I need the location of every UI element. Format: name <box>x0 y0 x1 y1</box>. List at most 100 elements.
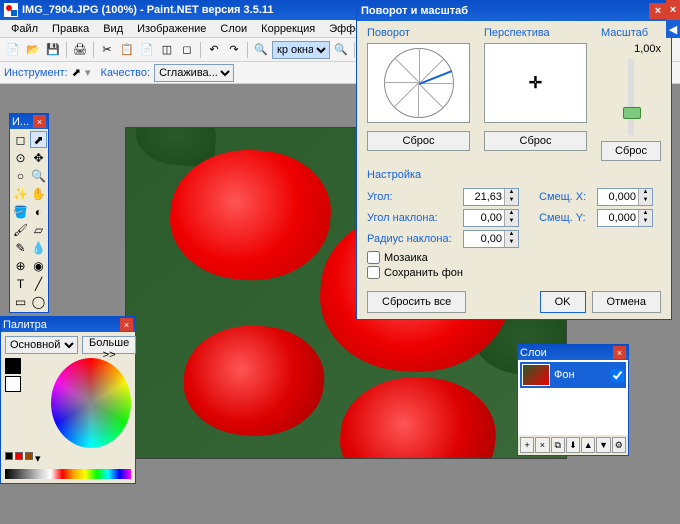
close-icon[interactable]: × <box>33 115 46 128</box>
dialog-titlebar[interactable]: Поворот и масштаб × <box>357 1 671 21</box>
color-mode-combo[interactable]: Основной <box>5 336 78 354</box>
rect-tool[interactable]: ▭ <box>12 293 29 310</box>
print-button[interactable]: 🖨 <box>71 41 89 59</box>
delete-layer-button[interactable]: × <box>535 437 549 453</box>
persp-section-label: Перспектива <box>484 27 587 39</box>
ok-button[interactable]: OK <box>540 291 586 313</box>
window-close-icon[interactable]: × <box>666 0 680 20</box>
offx-spinner[interactable]: ▲▼ <box>597 188 653 206</box>
pan-tool[interactable]: ✋ <box>30 185 47 202</box>
recent-color[interactable] <box>25 452 33 460</box>
scale-section-label: Масштаб <box>601 27 661 39</box>
zoom-out-button[interactable]: 🔍 <box>252 41 270 59</box>
move-selection-tool[interactable]: ✥ <box>30 149 47 166</box>
menu-layers[interactable]: Слои <box>213 21 254 37</box>
zoom-in-button[interactable]: 🔍 <box>332 41 350 59</box>
dup-layer-button[interactable]: ⧉ <box>551 437 565 453</box>
magic-wand-tool[interactable]: ✨ <box>12 185 29 202</box>
separator <box>66 42 67 58</box>
quality-combo[interactable]: Сглажива... <box>154 64 234 82</box>
cancel-button[interactable]: Отмена <box>592 291 661 313</box>
ellipse-select-tool[interactable]: ○ <box>12 167 29 184</box>
redo-button[interactable]: ↷ <box>225 41 243 59</box>
separator <box>93 42 94 58</box>
picker-tool[interactable]: 💧 <box>30 239 47 256</box>
layers-palette[interactable]: Слои × Фон + × ⧉ ⬇ ▲ ▼ ⚙ <box>517 344 629 456</box>
close-icon[interactable]: × <box>120 318 133 331</box>
palette-strip[interactable] <box>5 469 131 479</box>
undo-button[interactable]: ↶ <box>205 41 223 59</box>
collapse-arrow-icon[interactable]: ◀ <box>666 20 680 38</box>
close-icon[interactable]: × <box>613 346 626 359</box>
recolor-tool[interactable]: ◉ <box>30 257 47 274</box>
color-wheel[interactable] <box>51 358 131 448</box>
copy-button[interactable]: 📋 <box>118 41 136 59</box>
zoom-tool[interactable]: 🔍 <box>30 167 47 184</box>
tilt-radius-label: Радиус наклона: <box>367 233 457 245</box>
recent-color[interactable] <box>15 452 23 460</box>
text-tool[interactable]: T <box>12 275 29 292</box>
reset-persp-button[interactable]: Сброс <box>484 131 587 151</box>
paste-button[interactable]: 📄 <box>138 41 156 59</box>
tools-grid: ◻ ⬈ ⊙ ✥ ○ 🔍 ✨ ✋ 🪣 ◐ 🖌 ▱ ✎ 💧 ⊕ ◉ T ╱ ▭ ◯ <box>10 129 48 312</box>
crop-button[interactable]: ◫ <box>158 41 176 59</box>
close-icon[interactable]: × <box>649 3 667 19</box>
angle-spinner[interactable]: ▲▼ <box>463 188 519 206</box>
layer-visible-checkbox[interactable] <box>611 369 624 382</box>
primary-swatch[interactable] <box>5 358 21 374</box>
radius-spinner[interactable]: ▲▼ <box>463 230 519 248</box>
rotate-zoom-dialog[interactable]: Поворот и масштаб × Поворот <box>356 0 672 320</box>
chevron-down-icon[interactable]: ▾ <box>35 452 41 465</box>
move-tool[interactable]: ⬈ <box>30 131 47 148</box>
new-button[interactable]: 📄 <box>4 41 22 59</box>
reset-all-button[interactable]: Сбросить все <box>367 291 466 313</box>
pencil-tool[interactable]: ✎ <box>12 239 29 256</box>
reset-scale-button[interactable]: Сброс <box>601 141 661 161</box>
tilt-spinner[interactable]: ▲▼ <box>463 209 519 227</box>
crosshair-icon: ✛ <box>529 73 542 93</box>
recent-color[interactable] <box>5 452 13 460</box>
angle-wheel[interactable] <box>384 48 454 118</box>
colors-palette[interactable]: Палитра × Основной Больше >> ▾ <box>0 316 136 484</box>
instrument-label: Инструмент: <box>4 67 68 79</box>
props-layer-button[interactable]: ⚙ <box>612 437 626 453</box>
shapes-tool[interactable]: ◯ <box>30 293 47 310</box>
layer-row[interactable]: Фон <box>520 362 626 388</box>
clone-tool[interactable]: ⊕ <box>12 257 29 274</box>
eraser-tool[interactable]: ▱ <box>30 221 47 238</box>
tools-title: И... <box>12 116 29 128</box>
add-layer-button[interactable]: + <box>520 437 534 453</box>
menu-edit[interactable]: Правка <box>45 21 96 37</box>
secondary-swatch[interactable] <box>5 376 21 392</box>
line-tool[interactable]: ╱ <box>30 275 47 292</box>
up-layer-button[interactable]: ▲ <box>581 437 595 453</box>
down-layer-button[interactable]: ▼ <box>596 437 610 453</box>
tools-titlebar[interactable]: И... × <box>10 114 48 129</box>
deselect-button[interactable]: ◻ <box>178 41 196 59</box>
reset-rotate-button[interactable]: Сброс <box>367 131 470 151</box>
layers-titlebar[interactable]: Слои × <box>518 345 628 360</box>
merge-layer-button[interactable]: ⬇ <box>566 437 580 453</box>
offy-spinner[interactable]: ▲▼ <box>597 209 653 227</box>
save-button[interactable]: 💾 <box>44 41 62 59</box>
colors-titlebar[interactable]: Палитра × <box>1 317 135 332</box>
more-button[interactable]: Больше >> <box>82 336 136 354</box>
rect-select-tool[interactable]: ◻ <box>12 131 29 148</box>
persp-preview[interactable]: ✛ <box>484 43 587 123</box>
lasso-tool[interactable]: ⊙ <box>12 149 29 166</box>
menu-adjust[interactable]: Коррекция <box>254 21 322 37</box>
tools-palette[interactable]: И... × ◻ ⬈ ⊙ ✥ ○ 🔍 ✨ ✋ 🪣 ◐ 🖌 ▱ ✎ 💧 ⊕ ◉ T… <box>9 113 49 313</box>
scale-slider[interactable] <box>628 59 634 135</box>
fill-tool[interactable]: 🪣 <box>12 203 29 220</box>
menu-file[interactable]: Файл <box>4 21 45 37</box>
zoom-combo[interactable]: кр окна <box>272 41 330 59</box>
open-button[interactable]: 📂 <box>24 41 42 59</box>
keep-bg-checkbox[interactable] <box>367 266 380 279</box>
rotate-preview[interactable] <box>367 43 470 123</box>
cut-button[interactable]: ✂ <box>98 41 116 59</box>
brush-tool[interactable]: 🖌 <box>12 221 29 238</box>
menu-image[interactable]: Изображение <box>130 21 213 37</box>
gradient-tool[interactable]: ◐ <box>30 203 47 220</box>
mosaic-checkbox[interactable] <box>367 251 380 264</box>
menu-view[interactable]: Вид <box>96 21 130 37</box>
